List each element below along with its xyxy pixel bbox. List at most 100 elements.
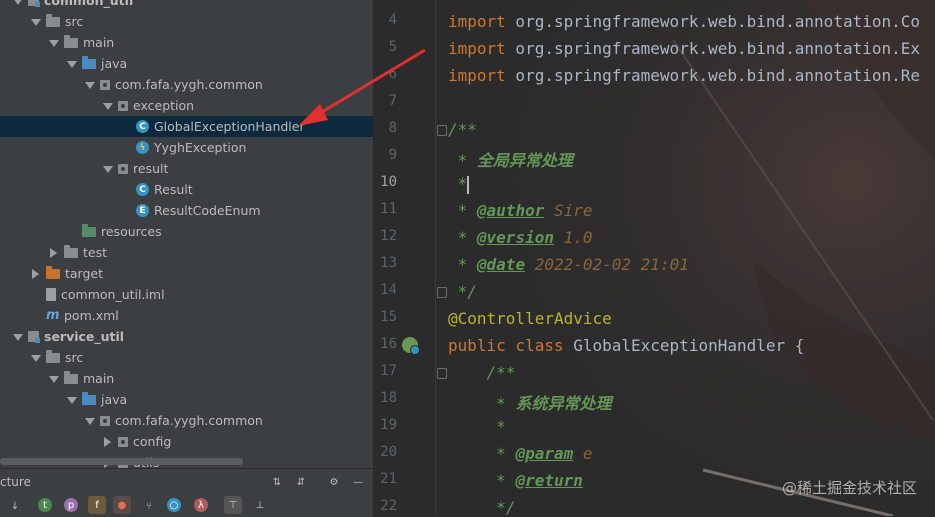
chevron-down-icon[interactable] <box>84 416 95 426</box>
code-line-20[interactable]: * @param e <box>448 444 592 463</box>
code-line-12[interactable]: * @version 1.0 <box>448 228 593 247</box>
tree-item[interactable]: common_util <box>0 0 373 11</box>
tree-item[interactable]: result <box>0 158 373 179</box>
module-icon <box>28 0 40 7</box>
tree-item-label: config <box>133 434 172 449</box>
package-icon <box>118 101 128 111</box>
chevron-down-icon[interactable] <box>12 332 23 342</box>
code-line-14[interactable]: */ <box>448 282 477 301</box>
code-line-4[interactable]: import org.springframework.web.bind.anno… <box>448 12 920 31</box>
tree-item-label: common_util.iml <box>61 287 165 302</box>
code-line-11[interactable]: * @author Sire <box>448 201 593 220</box>
package-icon <box>100 416 110 426</box>
tree-item[interactable]: com.fafa.yygh.common <box>0 410 373 431</box>
target-folder-icon <box>46 266 60 279</box>
tree-item[interactable]: C Result <box>0 179 373 200</box>
tree-item[interactable]: src <box>0 347 373 368</box>
line-number: 16 <box>380 336 397 352</box>
autoscroll-from-source-icon[interactable]: ⊥ <box>251 496 269 514</box>
maven-icon: m <box>46 308 60 323</box>
code-line-5[interactable]: import org.springframework.web.bind.anno… <box>448 39 920 58</box>
iml-file-icon <box>46 288 56 301</box>
folder-icon <box>46 350 60 363</box>
fold-marker-icon[interactable] <box>437 287 447 298</box>
tree-item[interactable]: m pom.xml <box>0 305 373 326</box>
lambda-icon[interactable]: λ <box>194 498 208 512</box>
tree-item[interactable]: ϟ YyghException <box>0 137 373 158</box>
horizontal-scrollbar[interactable] <box>0 458 243 465</box>
minimize-icon[interactable]: — <box>349 473 367 491</box>
folder-icon <box>46 14 60 27</box>
code-line-6[interactable]: import org.springframework.web.bind.anno… <box>448 66 920 85</box>
code-editor[interactable]: 4 5 6 7 8 9 10 11 12 13 14 15 16 17 18 19 20 21 22 import … <box>373 0 935 516</box>
line-number: 20 <box>380 444 397 460</box>
property-icon[interactable]: p <box>64 498 78 512</box>
spring-bean-icon[interactable] <box>402 337 420 355</box>
tree-item[interactable]: common_util.iml <box>0 284 373 305</box>
tree-item[interactable]: resources <box>0 221 373 242</box>
collapse-all-icon[interactable]: ⇵ <box>292 473 310 491</box>
code-line-21[interactable]: * @return <box>448 471 583 490</box>
code-line-17[interactable]: /** <box>448 363 516 382</box>
tree-item[interactable]: config <box>0 431 373 452</box>
tree-item-label: test <box>83 245 108 260</box>
tree-item-label: com.fafa.yygh.common <box>115 77 263 92</box>
tree-item[interactable]: E ResultCodeEnum <box>0 200 373 221</box>
lock-icon[interactable]: ● <box>113 496 131 514</box>
chevron-down-icon[interactable] <box>66 59 77 69</box>
inherited-icon[interactable]: t <box>38 498 52 512</box>
code-line-16[interactable]: public class GlobalExceptionHandler { <box>448 336 804 355</box>
tree-item-label: java <box>101 392 128 407</box>
chevron-down-icon[interactable] <box>102 101 113 111</box>
fold-marker-icon[interactable] <box>437 368 447 379</box>
chevron-right-icon[interactable] <box>102 436 112 447</box>
structure-panel-label: cture <box>0 475 31 489</box>
code-line-8[interactable]: /** <box>448 120 477 139</box>
chevron-down-icon[interactable] <box>48 374 59 384</box>
code-line-13[interactable]: * @date 2022-02-02 21:01 <box>448 255 689 274</box>
chevron-down-icon[interactable] <box>12 0 23 6</box>
tree-item-label: com.fafa.yygh.common <box>115 413 263 428</box>
field-icon[interactable]: f <box>88 496 106 514</box>
anonymous-class-icon[interactable]: ○ <box>167 498 181 512</box>
chevron-right-icon[interactable] <box>48 247 58 258</box>
line-number: 12 <box>380 228 397 244</box>
hierarchy-icon[interactable]: ⑂ <box>140 497 158 515</box>
tree-item[interactable]: main <box>0 368 373 389</box>
package-icon <box>118 437 128 447</box>
code-line-19[interactable]: * <box>448 417 506 436</box>
line-number: 14 <box>380 282 397 298</box>
class-icon: C <box>136 183 149 196</box>
code-line-22[interactable]: */ <box>448 498 515 516</box>
chevron-down-icon[interactable] <box>66 395 77 405</box>
tree-item-label: target <box>65 266 104 281</box>
expand-all-icon[interactable]: ⇅ <box>268 473 286 491</box>
tree-item-label: src <box>65 350 84 365</box>
chevron-down-icon[interactable] <box>102 164 113 174</box>
tree-item-label: Result <box>154 182 193 197</box>
code-line-10[interactable]: * <box>448 174 470 194</box>
chevron-down-icon[interactable] <box>30 17 41 27</box>
chevron-down-icon[interactable] <box>30 353 41 363</box>
resources-folder-icon <box>82 224 96 237</box>
tree-item-label: resources <box>101 224 162 239</box>
chevron-right-icon[interactable] <box>30 268 40 279</box>
gear-icon[interactable]: ⚙ <box>325 473 343 491</box>
code-line-9[interactable]: * 全局异常处理 <box>448 147 573 171</box>
tree-item[interactable]: target <box>0 263 373 284</box>
line-number: 21 <box>380 471 397 487</box>
tree-item[interactable]: java <box>0 389 373 410</box>
folder-icon <box>64 245 78 258</box>
package-icon <box>100 80 110 90</box>
code-line-18[interactable]: * 系统异常处理 <box>448 390 611 414</box>
chevron-down-icon[interactable] <box>48 38 59 48</box>
tree-item-label: GlobalExceptionHandler <box>154 119 305 134</box>
structure-toolbar: cture ⇅ ⇵ ⚙ — ↓ t p f ● ⑂ ○ λ ⊤ ⊥ <box>0 468 373 517</box>
tree-item[interactable]: service_util <box>0 326 373 347</box>
chevron-down-icon[interactable] <box>84 80 95 90</box>
tree-item[interactable]: src <box>0 11 373 32</box>
tree-item[interactable]: test <box>0 242 373 263</box>
sort-alpha-icon[interactable]: ↓ <box>6 497 24 515</box>
autoscroll-to-source-icon[interactable]: ⊤ <box>224 496 242 514</box>
code-line-15[interactable]: @ControllerAdvice <box>448 309 612 328</box>
